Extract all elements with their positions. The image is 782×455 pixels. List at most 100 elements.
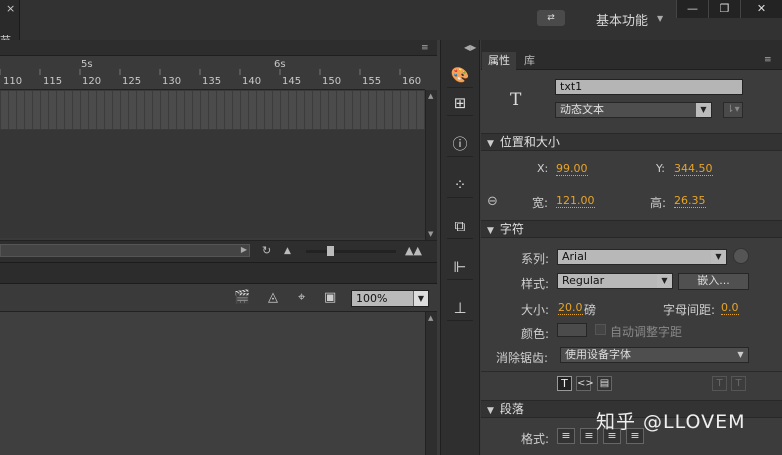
selectable-text-icon[interactable]: T (557, 376, 572, 391)
close-button[interactable]: ✕ (740, 0, 782, 18)
application-bar (0, 0, 782, 40)
width-value[interactable]: 121.00 (556, 194, 595, 208)
stage-vertical-scrollbar[interactable]: ▲ (425, 312, 437, 455)
section-title: 字符 (499, 222, 524, 236)
collapse-triangle-icon[interactable]: ▼ (487, 139, 494, 149)
chevron-down-icon[interactable]: ▼ (711, 250, 726, 264)
chevron-down-icon[interactable]: ▼ (696, 103, 711, 117)
divider (481, 371, 782, 372)
sync-settings-button[interactable]: ⇄ (537, 10, 565, 26)
scroll-right-icon[interactable]: ▶ (241, 245, 247, 254)
motion-presets-icon[interactable]: ⁘ (447, 172, 473, 198)
clip-stage-icon[interactable]: ▣ (324, 290, 336, 305)
transform-icon[interactable]: ⧉ (447, 213, 473, 239)
frame-tick: 160 (402, 76, 422, 87)
frame-tick: 145 (282, 76, 302, 87)
anti-alias-select[interactable]: 使用设备字体 ▼ (560, 347, 749, 363)
letter-spacing-value[interactable]: 0.0 (721, 301, 739, 315)
x-label: X: (537, 162, 549, 175)
align-left-icon[interactable]: ≡ (557, 428, 575, 444)
scroll-down-icon[interactable]: ▼ (428, 230, 433, 238)
timeline-empty-area[interactable] (0, 130, 425, 238)
properties-grip (481, 40, 782, 52)
width-label: 宽: (532, 196, 549, 210)
collapse-icon[interactable]: ◀▶ (464, 43, 476, 52)
y-value[interactable]: 344.50 (674, 162, 713, 176)
align-grid-icon[interactable]: ⊞ (447, 90, 473, 116)
frame-tick: 135 (202, 76, 222, 87)
color-label: 颜色: (521, 327, 550, 341)
format-label: 格式: (521, 432, 550, 446)
text-orientation-button[interactable]: ⇂▾ (723, 102, 743, 118)
frame-tick: 120 (82, 76, 102, 87)
minimize-button[interactable]: — (676, 0, 708, 18)
workspace-switcher[interactable]: 基本功能 (596, 10, 648, 29)
superscript-icon: T (712, 376, 727, 391)
ruler-ticks (0, 69, 401, 75)
edit-scene-icon[interactable]: 🎬 (234, 290, 250, 305)
web-font-icon[interactable] (733, 248, 749, 264)
chevron-down-icon[interactable]: ▼ (413, 291, 428, 306)
section-position-size[interactable]: ▼ 位置和大小 (481, 133, 782, 151)
height-value[interactable]: 26.35 (674, 194, 706, 208)
panel-menu-icon[interactable]: ≡ (421, 43, 429, 53)
timeline-zoom-track[interactable] (306, 250, 396, 253)
subscript-icon: T (731, 376, 746, 391)
components-icon[interactable]: ⊥ (447, 295, 473, 321)
tab-library[interactable]: 库 (518, 52, 541, 70)
link-icon[interactable]: ⊖ (487, 194, 498, 209)
zoom-out-icon[interactable]: ▲ (284, 246, 291, 256)
font-size-unit: 磅 (584, 303, 597, 317)
restore-button[interactable]: ❐ (708, 0, 740, 18)
zoom-select[interactable]: 100% ▼ (351, 290, 429, 307)
chevron-down-icon[interactable]: ▼ (657, 274, 672, 288)
scroll-up-icon[interactable]: ▲ (428, 314, 433, 322)
frame-tick: 140 (242, 76, 262, 87)
auto-kern-checkbox[interactable] (595, 324, 606, 335)
frame-tick: 155 (362, 76, 382, 87)
section-character[interactable]: ▼ 字符 (481, 220, 782, 238)
instance-name-field[interactable]: txt1 (555, 79, 743, 95)
timeline-vertical-scrollbar[interactable]: ▲ ▼ (425, 90, 437, 240)
panel-menu-icon[interactable]: ≡ (764, 55, 772, 65)
stage-canvas[interactable] (0, 312, 425, 455)
chevron-down-icon[interactable]: ▼ (657, 14, 663, 23)
frame-tick: 115 (43, 76, 63, 87)
collapse-triangle-icon[interactable]: ▼ (487, 226, 494, 236)
render-html-icon[interactable]: <> (576, 376, 594, 391)
text-type-select[interactable]: 动态文本 ▼ (555, 102, 712, 118)
align-icon[interactable]: ⊩ (447, 254, 473, 280)
zoom-in-icon[interactable]: ▲▲ (405, 244, 422, 257)
scroll-up-icon[interactable]: ▲ (428, 92, 433, 100)
frame-tick: 125 (122, 76, 142, 87)
x-value[interactable]: 99.00 (556, 162, 588, 176)
chevron-down-icon[interactable]: ▼ (733, 348, 748, 362)
frame-tick: 130 (162, 76, 182, 87)
text-tool-icon: T (510, 90, 522, 110)
tab-properties[interactable]: 属性 (482, 52, 516, 70)
timeline-ruler[interactable]: 5s 6s 110 115 120 125 130 135 140 145 15… (0, 56, 425, 90)
font-family-select[interactable]: Arial ▼ (557, 249, 727, 265)
collapse-triangle-icon[interactable]: ▼ (487, 406, 494, 416)
color-swatch[interactable] (557, 323, 587, 337)
font-size-value[interactable]: 20.0 (558, 301, 583, 315)
color-palette-icon[interactable]: 🎨 (447, 62, 473, 88)
center-stage-icon[interactable]: ⌖ (298, 290, 305, 305)
edit-symbol-icon[interactable]: ◬ (268, 290, 278, 305)
loop-icon[interactable]: ↻ (262, 244, 271, 257)
y-label: Y: (656, 162, 665, 175)
embed-button[interactable]: 嵌入... (678, 273, 749, 290)
timeline-zoom-handle[interactable] (327, 246, 334, 256)
auto-kern-label: 自动调整字距 (610, 325, 683, 339)
font-family-label: 系列: (521, 252, 550, 266)
close-tab-icon[interactable]: × (6, 2, 15, 15)
anti-alias-value: 使用设备字体 (565, 348, 631, 361)
layer-frames[interactable] (0, 91, 425, 129)
font-style-select[interactable]: Regular ▼ (557, 273, 673, 289)
section-title: 位置和大小 (499, 135, 560, 149)
text-type-value: 动态文本 (560, 103, 604, 116)
timeline-horizontal-scrollbar[interactable]: ▶ (0, 244, 250, 257)
info-icon[interactable]: ⓘ (447, 131, 473, 157)
font-style-label: 样式: (521, 277, 550, 291)
show-border-icon[interactable]: ▤ (597, 376, 612, 391)
